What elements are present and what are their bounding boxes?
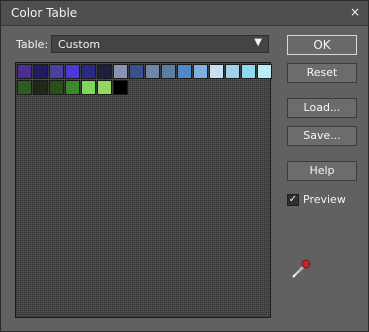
preview-checkbox[interactable]: ✓ bbox=[287, 194, 299, 206]
preview-label[interactable]: Preview bbox=[303, 193, 346, 206]
color-swatch[interactable] bbox=[193, 64, 208, 79]
eyedropper-icon[interactable] bbox=[290, 258, 312, 280]
help-button[interactable]: Help bbox=[287, 161, 357, 181]
color-swatch[interactable] bbox=[65, 80, 80, 95]
color-swatch[interactable] bbox=[49, 80, 64, 95]
close-icon[interactable]: × bbox=[350, 5, 360, 19]
save-button[interactable]: Save... bbox=[287, 126, 357, 146]
color-swatches[interactable] bbox=[16, 63, 273, 96]
color-swatch[interactable] bbox=[161, 64, 176, 79]
load-button[interactable]: Load... bbox=[287, 98, 357, 118]
color-swatch[interactable] bbox=[65, 64, 80, 79]
color-swatch[interactable] bbox=[225, 64, 240, 79]
table-select[interactable]: Custom ▼ bbox=[51, 35, 269, 53]
color-swatch[interactable] bbox=[113, 64, 128, 79]
grid-background bbox=[16, 63, 270, 317]
color-swatch[interactable] bbox=[17, 80, 32, 95]
chevron-down-icon: ▼ bbox=[254, 37, 262, 48]
table-label: Table: bbox=[16, 38, 49, 51]
color-swatch[interactable] bbox=[145, 64, 160, 79]
color-swatch[interactable] bbox=[33, 80, 48, 95]
color-swatch[interactable] bbox=[209, 64, 224, 79]
color-swatch[interactable] bbox=[113, 80, 128, 95]
title-bar: Color Table × bbox=[1, 1, 368, 26]
color-table-dialog: Color Table × Table: Custom ▼ OK Reset L… bbox=[0, 0, 369, 332]
reset-button[interactable]: Reset bbox=[287, 63, 357, 83]
color-swatch[interactable] bbox=[33, 64, 48, 79]
color-swatch[interactable] bbox=[49, 64, 64, 79]
ok-button[interactable]: OK bbox=[287, 35, 357, 55]
dialog-title: Color Table bbox=[11, 6, 78, 20]
color-swatch[interactable] bbox=[177, 64, 192, 79]
color-swatch[interactable] bbox=[17, 64, 32, 79]
table-select-value: Custom bbox=[58, 38, 101, 51]
color-swatch[interactable] bbox=[241, 64, 256, 79]
color-swatch[interactable] bbox=[81, 80, 96, 95]
color-swatch[interactable] bbox=[257, 64, 272, 79]
color-grid[interactable] bbox=[15, 62, 273, 318]
color-swatch[interactable] bbox=[97, 80, 112, 95]
color-swatch[interactable] bbox=[97, 64, 112, 79]
color-swatch[interactable] bbox=[129, 64, 144, 79]
color-swatch[interactable] bbox=[81, 64, 96, 79]
